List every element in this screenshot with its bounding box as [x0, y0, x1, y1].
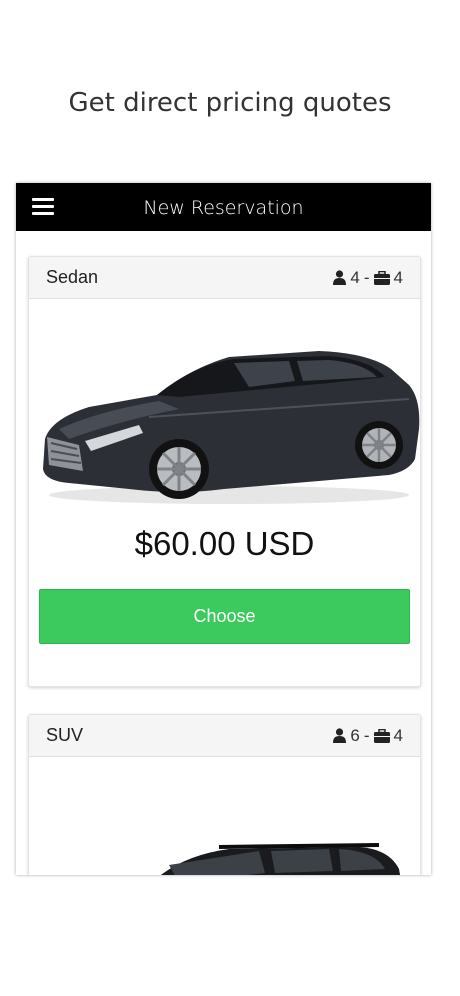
capacity-separator: -	[363, 725, 370, 745]
vehicle-card-sedan: Sedan 4 - 4 $60.00 USD Choose	[28, 256, 421, 687]
suv-image	[29, 757, 420, 875]
sedan-image	[29, 299, 420, 519]
vehicle-price: $60.00 USD	[134, 525, 315, 562]
passenger-icon	[333, 728, 347, 743]
vehicle-card-suv: SUV 6 - 4	[28, 714, 421, 875]
luggage-icon	[373, 728, 390, 743]
page-headline: Get direct pricing quotes	[68, 88, 392, 118]
passenger-count: 6	[350, 725, 360, 745]
vehicle-capacity: 4 - 4	[333, 268, 403, 288]
vehicle-card-header: Sedan 4 - 4	[29, 257, 420, 299]
luggage-count: 4	[393, 725, 403, 745]
choose-button[interactable]: Choose	[39, 589, 410, 644]
passenger-icon	[333, 270, 347, 285]
capacity-separator: -	[363, 267, 370, 287]
vehicle-name: Sedan	[46, 267, 99, 287]
vehicle-capacity: 6 - 4	[333, 726, 403, 746]
luggage-icon	[373, 270, 390, 285]
app-top-bar: New Reservation	[16, 183, 431, 231]
app-screen: New Reservation Sedan 4 - 4 $60.00 USD C…	[16, 183, 431, 875]
luggage-count: 4	[393, 267, 403, 287]
screen-title: New Reservation	[143, 197, 304, 219]
vehicle-name: SUV	[46, 725, 84, 745]
vehicle-card-header: SUV 6 - 4	[29, 715, 420, 757]
passenger-count: 4	[350, 267, 360, 287]
